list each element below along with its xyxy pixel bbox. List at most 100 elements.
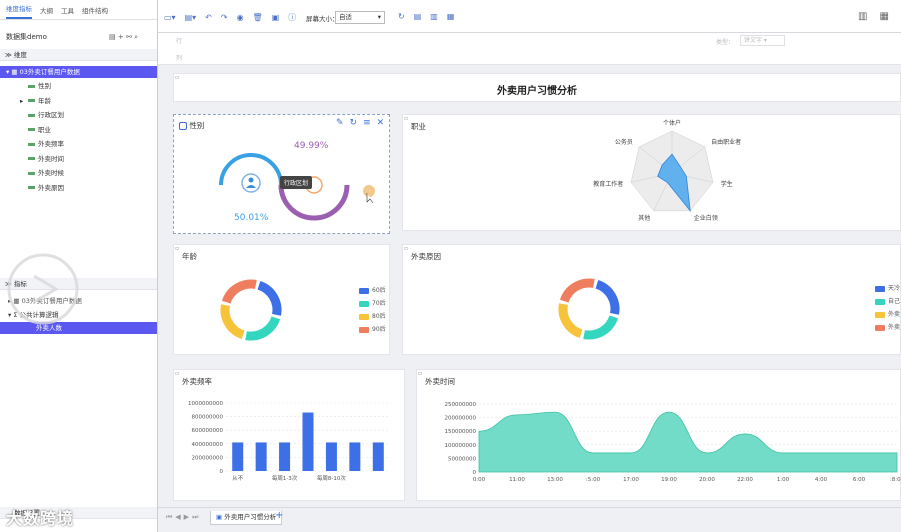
- radar-axis-label: 学生: [721, 180, 733, 188]
- time-card[interactable]: ▫ 外卖时间 250000000 200000000 150000000 100000…: [416, 369, 901, 501]
- dropdown-arrow-icon: ▾: [377, 13, 381, 21]
- field-item[interactable]: 职业: [0, 124, 157, 136]
- data-icon[interactable]: ▤: [414, 12, 422, 21]
- column-label: 列: [176, 55, 183, 62]
- info-icon[interactable]: ⓘ: [288, 12, 296, 23]
- y-tick-label: 600000000: [192, 428, 224, 434]
- save-icon[interactable]: ▤▾: [185, 13, 197, 22]
- radar-axis-label: 个体户: [663, 119, 681, 127]
- add-sheet-button[interactable]: +: [275, 510, 283, 521]
- y-tick-label: 100000000: [445, 443, 477, 449]
- chevron-down-icon: ≫: [5, 51, 12, 59]
- field-item[interactable]: 行政区划: [0, 109, 157, 121]
- add-icon[interactable]: +: [118, 33, 124, 41]
- gender-card[interactable]: 性别 ✎ ↻ ≡ ✕ 49.99% 50.01% 行政区划: [173, 114, 390, 234]
- dimension-icon: [28, 186, 35, 189]
- field-label: 外卖原因: [38, 183, 64, 192]
- x-tick-label: :5:00: [586, 477, 601, 483]
- field-label: 行政区划: [38, 111, 64, 119]
- watermark-text: 大数跨境: [6, 509, 75, 528]
- dataset-tools[interactable]: ▤ + ⚯ ⌕: [109, 33, 138, 42]
- field-item[interactable]: 外卖时间: [0, 153, 157, 165]
- x-tick-label: 6:00: [853, 477, 866, 483]
- donut-slice: [221, 279, 257, 304]
- x-tick-label: 19:00: [661, 477, 677, 483]
- field-item[interactable]: ▸ 年龄: [0, 95, 157, 107]
- frequency-card[interactable]: ▫ 外卖频率 1000000000 800000000 600000000 40000…: [173, 369, 405, 501]
- female-percent: 49.99%: [294, 141, 329, 151]
- legend-item[interactable]: 天冷: [875, 283, 900, 292]
- report-title-card[interactable]: ▫ 外卖用户习惯分析: [173, 73, 901, 102]
- undo-icon[interactable]: ↶: [205, 13, 212, 22]
- tab-dimensions[interactable]: 维度指标: [6, 3, 32, 19]
- x-tick-label: 1:00: [777, 477, 790, 483]
- field-item[interactable]: 外卖频率: [0, 138, 157, 150]
- y-tick-label: 200000000: [445, 416, 477, 422]
- field-item[interactable]: 性别: [0, 80, 157, 92]
- y-tick-label: 0: [220, 469, 224, 475]
- x-tick-label: 13:00: [547, 477, 563, 483]
- x-tick-label: 从不: [232, 475, 244, 482]
- x-tick-label: 17:00: [623, 477, 639, 483]
- delete-icon[interactable]: 🗑: [253, 13, 263, 22]
- x-tick-label: 4:00: [815, 477, 828, 483]
- sheet-tab[interactable]: ▣ 外卖用户习惯分析: [210, 511, 283, 525]
- legend-item[interactable]: 自己: [875, 296, 900, 305]
- link-icon[interactable]: ⚯: [126, 33, 132, 41]
- tab-structure[interactable]: 组件结构: [82, 5, 108, 19]
- type-select[interactable]: 饼文字 ▾: [740, 35, 785, 46]
- field-item[interactable]: 外卖时候: [0, 167, 157, 179]
- x-tick-label: 每周8-10次: [317, 474, 346, 482]
- age-card[interactable]: ▫ 年龄 60后 70后 80后 90后: [173, 244, 390, 355]
- legend-label: 外卖: [888, 324, 901, 331]
- radar-axis-label: 企业白领: [694, 214, 718, 222]
- preview-icon[interactable]: ◉: [237, 13, 244, 22]
- reason-card[interactable]: ▫ 外卖原因 天冷 自己 外卖 外卖: [402, 244, 901, 355]
- row-label: 行: [176, 38, 183, 45]
- table-node[interactable]: ▾ ▦ 03外卖订餐用户数据: [0, 66, 157, 78]
- table-view-icon[interactable]: ▦: [447, 12, 455, 21]
- grid-icon[interactable]: ▦: [879, 11, 888, 22]
- legend-item[interactable]: 90后: [359, 324, 386, 333]
- legend-item[interactable]: 60后: [359, 285, 386, 294]
- folder-icon[interactable]: ▤: [109, 33, 116, 41]
- field-label: 外卖频率: [38, 140, 64, 148]
- new-file-icon[interactable]: ▭▾: [164, 13, 176, 22]
- dimension-section-header[interactable]: ≫ 维度: [0, 49, 157, 61]
- donut-slice: [558, 303, 583, 339]
- cursor-highlight: [363, 185, 375, 197]
- x-tick-label: 0:00: [473, 477, 486, 483]
- bar: [325, 442, 337, 471]
- refresh-icon[interactable]: ↻: [398, 12, 405, 21]
- radar-axis-label: 公务员: [615, 138, 633, 146]
- search-icon[interactable]: ⌕: [134, 33, 138, 41]
- legend-label: 天冷: [888, 285, 901, 292]
- legend-item[interactable]: 80后: [359, 311, 386, 320]
- y-tick-label: 50000000: [448, 456, 476, 462]
- legend-label: 70后: [372, 300, 386, 307]
- screen-size-select[interactable]: 自适 ▾: [335, 11, 385, 24]
- legend-item[interactable]: 70后: [359, 298, 386, 307]
- legend-swatch: [875, 298, 885, 305]
- x-tick-label: 每周1-3次: [272, 474, 298, 482]
- legend-swatch: [875, 311, 885, 318]
- field-item[interactable]: 外卖原因: [0, 182, 157, 194]
- tab-outline[interactable]: 大纲: [40, 5, 53, 19]
- params-icon[interactable]: ▥: [430, 12, 438, 21]
- sheet-nav-arrows[interactable]: ⏮◀▶⏭: [166, 513, 201, 522]
- redo-icon[interactable]: ↷: [221, 13, 228, 22]
- filter-bar: 行 列 类型： 饼文字 ▾: [158, 33, 901, 65]
- tooltip: 行政区划: [280, 176, 313, 189]
- legend-label: 60后: [372, 287, 386, 294]
- export-icon[interactable]: ▣: [272, 13, 280, 22]
- legend-item[interactable]: 外卖: [875, 322, 900, 331]
- legend-label: 90后: [372, 326, 386, 333]
- legend-item[interactable]: 外卖: [875, 309, 900, 318]
- area-series: [478, 411, 898, 473]
- dimension-icon: [28, 113, 35, 117]
- job-card[interactable]: ▫ 职业 个体户 自由职业者 学生 企业白领 其他 教育工作者 公务员: [402, 114, 901, 231]
- tab-tools[interactable]: 工具: [61, 5, 74, 19]
- y-tick-label: 400000000: [192, 442, 224, 448]
- chart-icon[interactable]: ▥: [858, 11, 867, 22]
- legend-swatch: [875, 324, 885, 331]
